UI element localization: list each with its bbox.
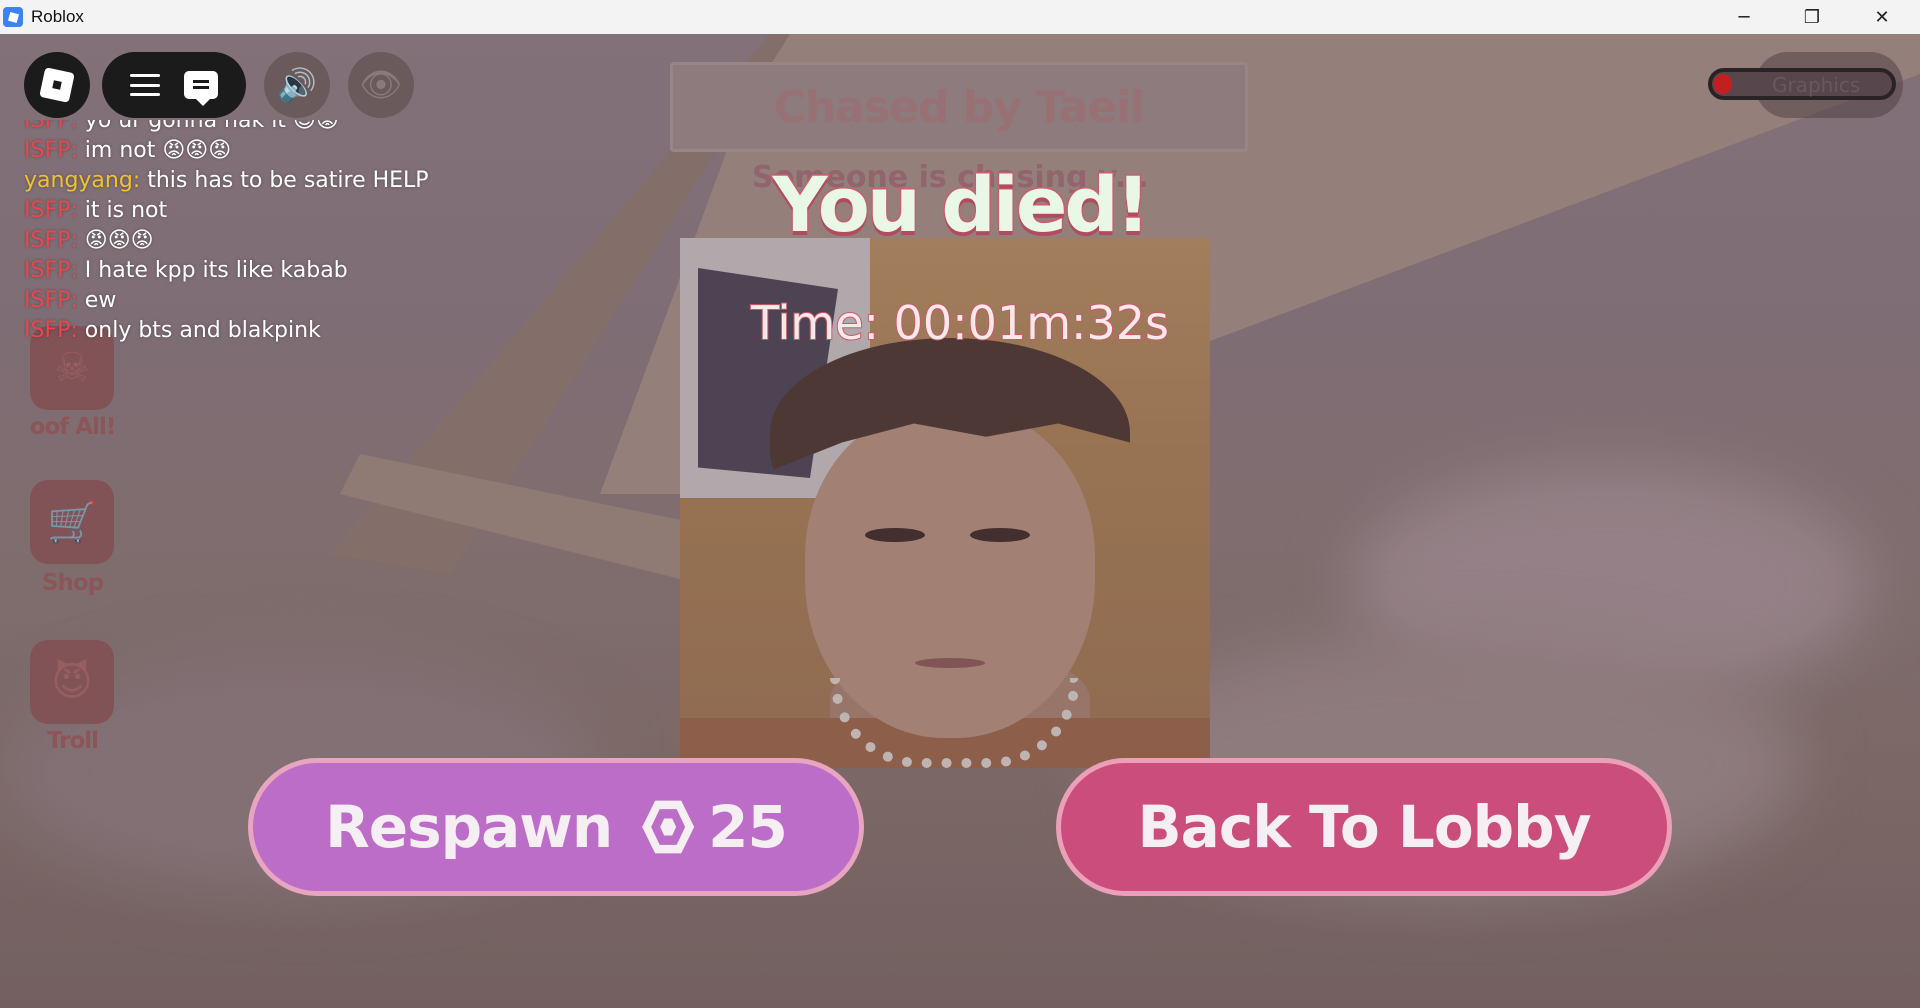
chat-text: im not 😡😡😡 [84, 138, 232, 163]
chat-message: ISFP: I hate kpp its like kabab [24, 256, 444, 286]
chat-icon[interactable] [184, 71, 218, 106]
lobby-label: Back To Lobby [1137, 793, 1591, 861]
visibility-button[interactable]: 👁 [348, 52, 414, 118]
hamburger-icon[interactable] [130, 74, 160, 96]
window-title: Roblox [31, 7, 84, 26]
roblox-menu-button[interactable] [24, 52, 90, 118]
chat-log[interactable]: ISFP: yo ur gonna nak it 😊😡 ISFP: im not … [24, 120, 444, 360]
chat-message: ISFP: yo ur gonna nak it 😊😡 [24, 120, 444, 136]
chat-message: ISFP: ew [24, 286, 444, 316]
chat-text: ew [84, 288, 117, 313]
chat-text: it is not [84, 198, 168, 223]
respawn-cost: 25 [708, 793, 788, 861]
eye-icon: 👁 [359, 65, 403, 105]
robux-icon [642, 800, 695, 854]
chat-text: 😡😡😡 [84, 228, 154, 253]
chat-message: ISFP: only bts and blakpink [24, 316, 444, 346]
close-button[interactable]: ✕ [1852, 0, 1912, 34]
you-died-heading: You died! [771, 159, 1152, 251]
survival-time: Time: 00:01m:32s [750, 295, 1170, 351]
chat-text: yo ur gonna nak it 😊😡 [84, 120, 339, 133]
chat-username[interactable]: ISFP: [24, 228, 78, 253]
chat-message: ISFP: 😡😡😡 [24, 226, 444, 256]
respawn-button[interactable]: Respawn 25 [248, 758, 864, 896]
voice-button[interactable]: 🔊 [264, 52, 330, 118]
maximize-button[interactable]: ❐ [1782, 0, 1842, 34]
chat-username[interactable]: ISFP: [24, 138, 78, 163]
chat-username[interactable]: yangyang: [24, 168, 140, 193]
window-titlebar: Roblox ─ ❐ ✕ [0, 0, 1920, 34]
chat-username[interactable]: ISFP: [24, 318, 78, 343]
chat-username[interactable]: ISFP: [24, 198, 78, 223]
minimize-button[interactable]: ─ [1714, 0, 1774, 34]
chat-username[interactable]: ISFP: [24, 258, 78, 283]
speaker-icon: 🔊 [277, 66, 317, 104]
chat-text: only bts and blakpink [84, 318, 321, 343]
chat-text: I hate kpp its like kabab [84, 258, 348, 283]
chat-message: yangyang: this has to be satire HELP [24, 166, 444, 196]
chat-text: this has to be satire HELP [147, 168, 429, 193]
chat-username[interactable]: ISFP: [24, 288, 78, 313]
chat-username[interactable]: ISFP: [24, 120, 78, 133]
back-to-lobby-button[interactable]: Back To Lobby [1056, 758, 1672, 896]
roblox-app-icon [3, 7, 23, 27]
menu-chat-group [102, 52, 246, 118]
roblox-logo-icon [39, 67, 75, 103]
chat-message: ISFP: im not 😡😡😡 [24, 136, 444, 166]
chat-message: ISFP: it is not [24, 196, 444, 226]
respawn-label: Respawn [325, 793, 613, 861]
